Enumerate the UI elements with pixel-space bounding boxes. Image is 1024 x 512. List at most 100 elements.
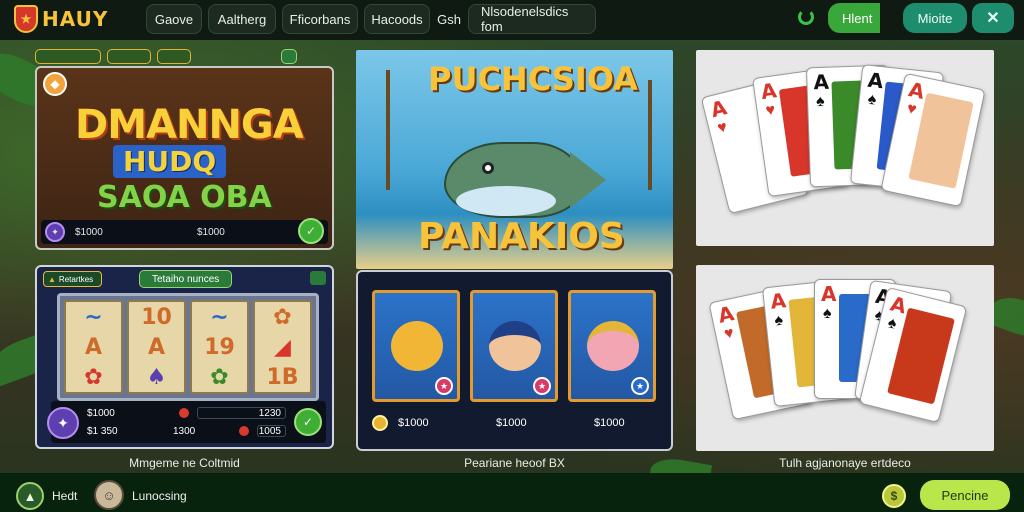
fish-tail-icon <box>570 152 606 208</box>
character-tile[interactable]: ★ <box>372 290 460 402</box>
palm-icon <box>386 70 390 190</box>
coin-icon[interactable]: $ <box>882 484 906 508</box>
reel-symbol: ~ <box>210 304 229 330</box>
avatar[interactable]: ☺ <box>94 480 124 510</box>
stat-row: $1000 1230 <box>87 405 286 421</box>
heart-icon: ♥ <box>764 101 777 120</box>
cat-character-icon <box>391 321 443 371</box>
stat-label: $1000 <box>87 407 115 419</box>
stat-value: 1005 <box>257 425 286 437</box>
spade-icon: ♠ <box>773 311 784 330</box>
card-caption: Tulh agjanonaye ertdeco <box>779 456 911 470</box>
footer-value: $1000 <box>496 417 527 429</box>
reel-symbol: ✿ <box>210 364 229 390</box>
home-icon[interactable]: ▲ <box>16 482 44 510</box>
footer-value: $1000 <box>75 226 103 238</box>
spade-icon: ♠ <box>886 314 899 333</box>
game-title: PUCHCSIOA <box>428 60 638 98</box>
tag-pill[interactable] <box>281 49 297 64</box>
reel-symbol: ✿ <box>84 364 103 390</box>
reel-symbol: 19 <box>204 334 235 360</box>
footer-value: $1000 <box>398 417 429 429</box>
reel-symbol: ~ <box>84 304 103 330</box>
card-art <box>908 92 974 189</box>
logo[interactable]: ★ HAUY <box>14 5 108 33</box>
tab-hacoods[interactable]: Hacoods <box>364 4 430 34</box>
game-title: DMANNGA <box>75 102 304 148</box>
tag-mid: Tetaiho nunces <box>139 270 233 288</box>
logo-text: HAUY <box>42 7 109 31</box>
slot-reels: ~ A ✿ 10 A ♠ ~ 19 ✿ ✿ ◢ 1B <box>57 293 319 401</box>
badge-icon: ★ <box>631 377 649 395</box>
reel: 10 A ♠ <box>127 300 186 394</box>
reel-symbol: A <box>147 334 166 360</box>
footer-value: $1000 <box>197 226 225 238</box>
game-card-slots[interactable]: ▲ Retartkes Tetaiho nunces ~ A ✿ 10 A ♠ … <box>35 265 334 449</box>
tag-badge: ▲ Retartkes <box>43 271 103 287</box>
play-button[interactable]: ✓ <box>294 408 322 436</box>
hlent-button[interactable]: Hlent <box>828 3 898 33</box>
badge-icon: ★ <box>533 377 551 395</box>
coin-icon <box>372 415 388 431</box>
game-card-cards[interactable]: A ♥ A ♠ A ♠ A ♠ A ♠ <box>696 265 994 451</box>
flame-icon: ▲ <box>48 274 56 284</box>
tag-pill[interactable] <box>35 49 101 64</box>
card-rank: A <box>821 282 837 306</box>
badge-icon: ★ <box>435 377 453 395</box>
tag-pill[interactable] <box>107 49 151 64</box>
footer-value: $1000 <box>594 417 625 429</box>
reel-symbol: A <box>84 334 103 360</box>
reel-symbol: 1B <box>266 364 299 390</box>
game-tags <box>35 49 297 65</box>
game-card-characters[interactable]: ★ ★ ★ $1000 $1000 $1000 <box>356 270 673 451</box>
stat-label: $1 350 <box>87 425 118 437</box>
fish-icon <box>444 142 584 218</box>
spade-icon: ♠ <box>866 90 878 109</box>
bottom-left-label[interactable]: Hedt <box>52 489 77 503</box>
chip-icon: ◆ <box>43 72 67 96</box>
card-caption: Peariane heoof BX <box>464 456 565 470</box>
game-card-poker[interactable]: A ♥ A ♥ A ♠ A ♠ A ♥ <box>696 50 994 246</box>
card-rank: A <box>813 69 830 95</box>
tab-gsh[interactable]: Gsh <box>432 4 466 34</box>
tab-gaove[interactable]: Gaove <box>146 4 202 34</box>
card-rank: A <box>759 78 779 105</box>
sparkle-icon: ✦ <box>47 407 79 439</box>
card-rank: A <box>708 95 730 123</box>
spade-icon: ♠ <box>815 92 825 111</box>
card-rank: A <box>887 291 909 319</box>
character-tile[interactable]: ★ <box>470 290 558 402</box>
reel-symbol: ♠ <box>146 364 167 390</box>
stat-value: 1230 <box>197 407 286 419</box>
tag-pill[interactable] <box>157 49 191 64</box>
reel-symbol: ◢ <box>274 334 291 360</box>
play-button[interactable]: ✓ <box>298 218 324 244</box>
mioite-button[interactable]: Mioite <box>903 3 967 33</box>
close-icon[interactable]: ✕ <box>972 3 1014 33</box>
bottom-center-label[interactable]: Lunocsing <box>132 489 187 503</box>
character-tile[interactable]: ★ <box>568 290 656 402</box>
stat-row: $1 350 1300 1005 <box>87 423 286 439</box>
card-rank: A <box>715 301 737 328</box>
tab-fficorbans[interactable]: Fficorbans <box>282 4 358 34</box>
heart-icon: ♥ <box>722 324 736 344</box>
game-card-dmannga[interactable]: ◆ DMANNGA HUDQ SAOA OBA ✦ $1000 $1000 ✓ <box>35 66 334 250</box>
reel: ~ A ✿ <box>64 300 123 394</box>
pencine-button[interactable]: Pencine <box>920 480 1010 510</box>
reel-symbol: ✿ <box>273 304 292 330</box>
card-rank: A <box>866 67 885 94</box>
loading-spinner-icon <box>798 9 814 25</box>
stat-dot-icon <box>179 408 189 418</box>
reel: ✿ ◢ 1B <box>253 300 312 394</box>
heart-icon: ♥ <box>715 118 730 138</box>
tag-right[interactable] <box>310 271 326 285</box>
game-card-fish[interactable]: PUCHCSIOA PANAKIOS <box>356 50 673 269</box>
tab-nlsodenelsdics[interactable]: Nlsodenelsdics fom <box>468 4 596 34</box>
card-rank: A <box>906 77 927 104</box>
reel: ~ 19 ✿ <box>190 300 249 394</box>
tab-aaltherg[interactable]: Aaltherg <box>208 4 276 34</box>
game-title-2: HUDQ <box>113 145 227 178</box>
card-footer: $1000 $1000 $1000 <box>372 411 657 435</box>
shield-logo-icon: ★ <box>14 5 38 33</box>
top-bar: ★ HAUY Gaove Aaltherg Fficorbans Hacoods… <box>0 0 1024 40</box>
